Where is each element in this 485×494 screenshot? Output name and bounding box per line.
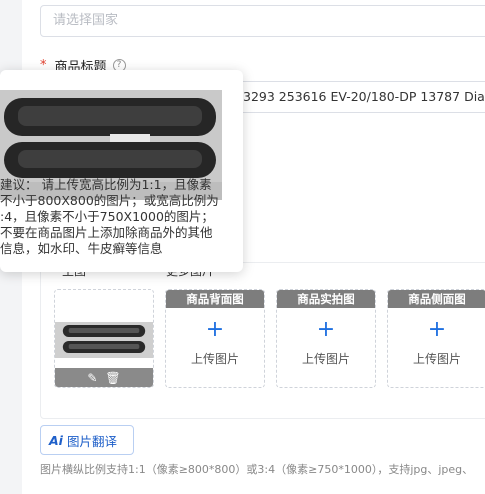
slot-header: 商品背面图: [166, 290, 264, 308]
tooltip-text: 建议： 请上传宽高比例为1:1，且像素 不小于800X800的图片；或宽高比例为…: [0, 177, 238, 257]
plus-icon: +: [427, 317, 447, 342]
image-translate-button[interactable]: Ai 图片翻译: [40, 425, 134, 455]
image-translate-label: 图片翻译: [66, 433, 117, 449]
tooltip-line: 不小于800X800的图片；或宽高比例为: [0, 193, 219, 208]
tooltip-line: :4，且像素不小于750X1000的图片；: [0, 209, 214, 224]
plus-icon: +: [316, 317, 336, 342]
ai-icon: Ai: [49, 432, 63, 448]
image-guideline-tooltip: 建议： 请上传宽高比例为1:1，且像素 不小于800X800的图片；或宽高比例为…: [0, 70, 243, 272]
slot-header: 商品实拍图: [277, 290, 375, 308]
upload-slot-real-shot[interactable]: 商品实拍图 + 上传图片: [276, 289, 376, 388]
trash-icon[interactable]: 🗑: [105, 371, 120, 385]
plus-icon: +: [205, 317, 225, 342]
tooltip-line: 建议： 请上传宽高比例为1:1，且像素: [0, 177, 212, 192]
edit-icon[interactable]: ✎: [87, 371, 97, 385]
upload-text: 上传图片: [412, 352, 461, 366]
upload-slot-side[interactable]: 商品侧面图 + 上传图片: [387, 289, 485, 388]
tooltip-line: 不要在商品图片上添加除商品外的其他: [0, 225, 213, 240]
slot-header: 商品侧面图: [388, 290, 485, 308]
country-select[interactable]: 请选择国家: [40, 5, 485, 37]
image-requirements-hint: 图片横纵比例支持1:1（像素≥800*800）或3:4（像素≥750*1000）…: [40, 463, 474, 476]
product-form-panel: 请选择国家 * 商品标题 ? 3293 253616 EV-20/180-DP …: [0, 0, 485, 494]
main-image-slot[interactable]: ✎ 🗑: [54, 289, 154, 388]
upload-slot-back[interactable]: 商品背面图 + 上传图片: [165, 289, 265, 388]
upload-text: 上传图片: [301, 352, 350, 366]
main-image-actions: ✎ 🗑: [55, 368, 153, 387]
tooltip-line: 信息，如水印、牛皮癣等信息: [0, 241, 163, 256]
main-image-thumbnail: [55, 322, 153, 358]
upload-text: 上传图片: [190, 352, 239, 366]
